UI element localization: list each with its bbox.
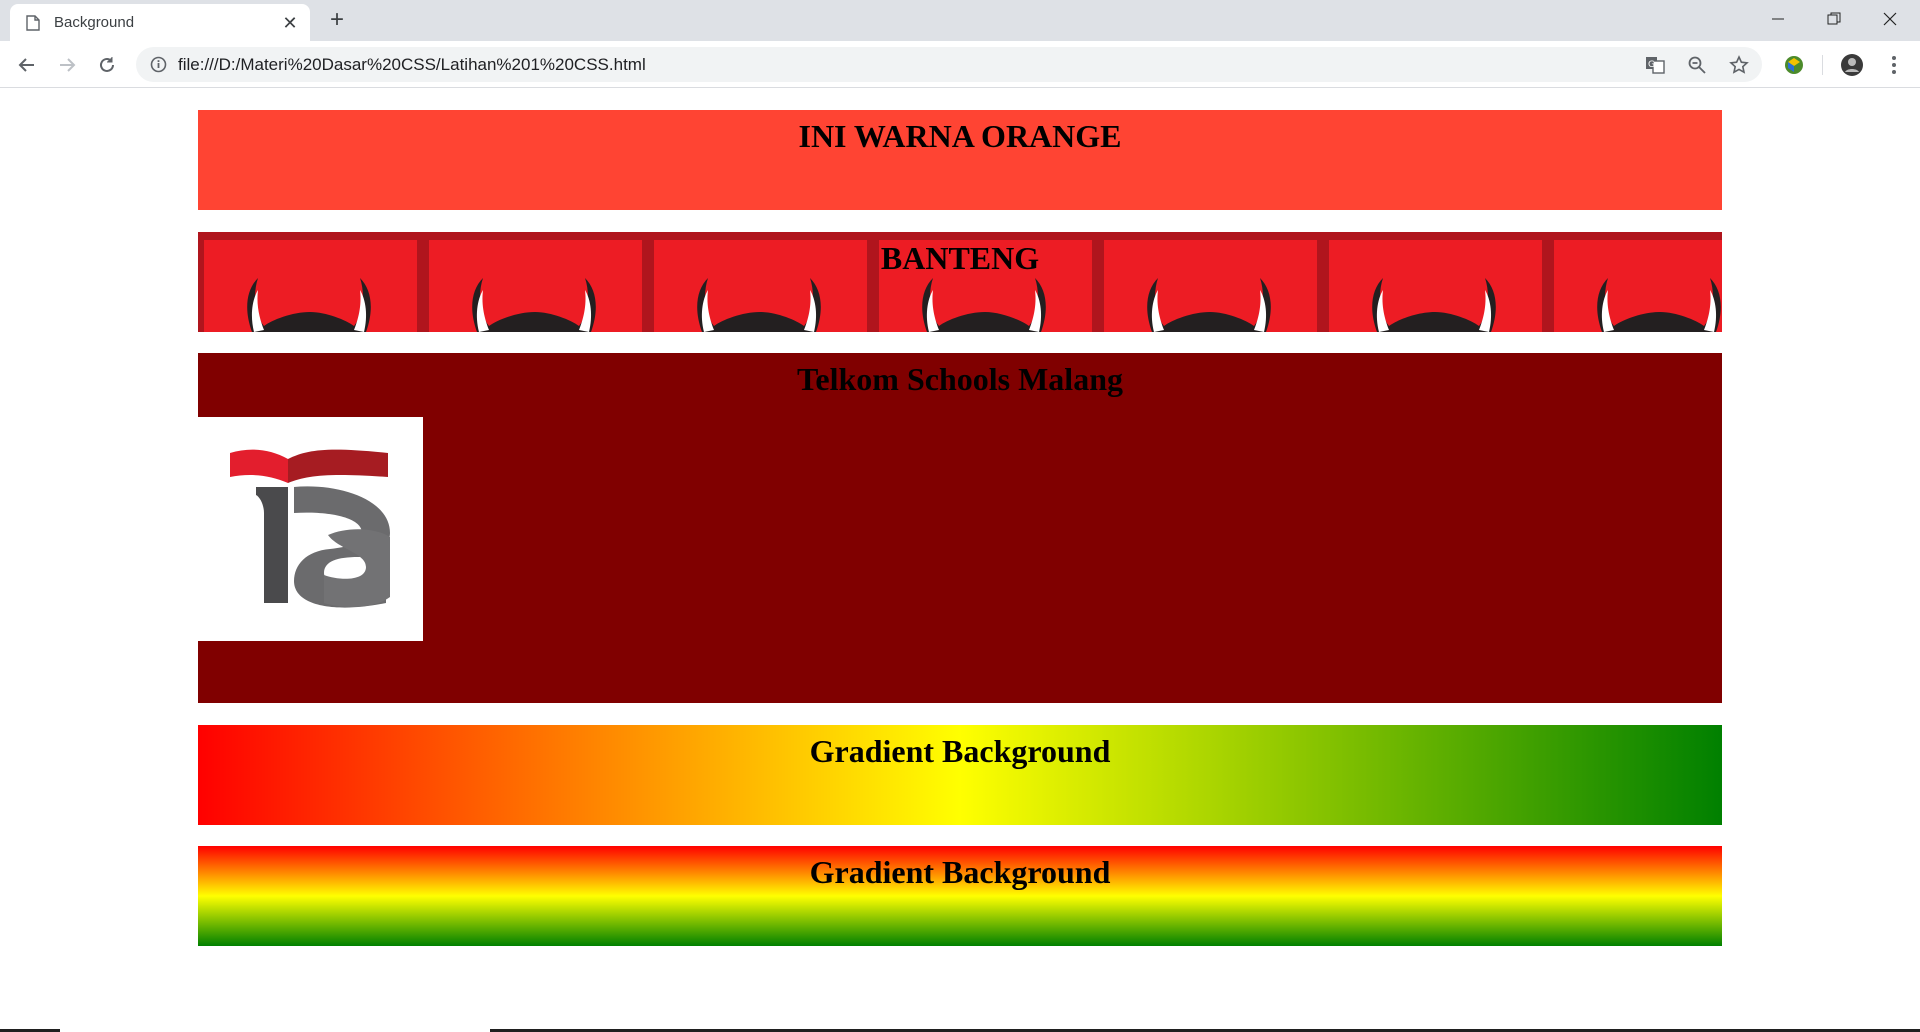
close-icon[interactable]: ✕: [280, 13, 300, 33]
orange-box-heading: INI WARNA ORANGE: [798, 118, 1122, 154]
back-arrow-icon[interactable]: [12, 50, 42, 80]
minimize-icon[interactable]: [1750, 0, 1806, 38]
restore-icon[interactable]: [1806, 0, 1862, 38]
browser-toolbar: file:///D:/Materi%20Dasar%20CSS/Latihan%…: [0, 41, 1920, 88]
avatar-icon[interactable]: [1840, 53, 1864, 77]
svg-text:G: G: [1648, 60, 1655, 70]
url-text[interactable]: file:///D:/Materi%20Dasar%20CSS/Latihan%…: [178, 55, 646, 75]
window-close-icon[interactable]: [1862, 0, 1918, 38]
address-bar[interactable]: file:///D:/Materi%20Dasar%20CSS/Latihan%…: [136, 47, 1762, 82]
extension-icon[interactable]: [1782, 53, 1806, 77]
kebab-menu-icon[interactable]: [1882, 53, 1906, 77]
forward-arrow-icon[interactable]: [52, 50, 82, 80]
vertical-gradient-box: Gradient Background: [198, 846, 1722, 946]
info-icon[interactable]: [150, 56, 167, 73]
telkom-box: Telkom Schools Malang: [198, 353, 1722, 703]
tab-title: Background: [54, 14, 135, 31]
orange-box: INI WARNA ORANGE: [198, 110, 1722, 210]
plus-icon[interactable]: +: [324, 8, 350, 34]
telkom-schools-logo: [198, 417, 423, 641]
browser-tab[interactable]: Background ✕: [10, 4, 310, 41]
tab-strip: Background ✕ +: [0, 0, 1920, 41]
toolbar-divider: [1822, 55, 1823, 75]
page-icon: [26, 15, 40, 31]
telkom-box-heading: Telkom Schools Malang: [797, 361, 1123, 397]
banteng-box-heading: BANTENG: [880, 240, 1040, 276]
banteng-box: BANTENG: [198, 232, 1722, 332]
translate-icon[interactable]: G: [1644, 54, 1666, 76]
horizontal-gradient-heading: Gradient Background: [809, 733, 1111, 769]
reload-icon[interactable]: [92, 50, 122, 80]
zoom-out-icon[interactable]: [1686, 54, 1708, 76]
vertical-gradient-heading: Gradient Background: [809, 854, 1111, 890]
horizontal-gradient-box: Gradient Background: [198, 725, 1722, 825]
star-icon[interactable]: [1728, 54, 1750, 76]
